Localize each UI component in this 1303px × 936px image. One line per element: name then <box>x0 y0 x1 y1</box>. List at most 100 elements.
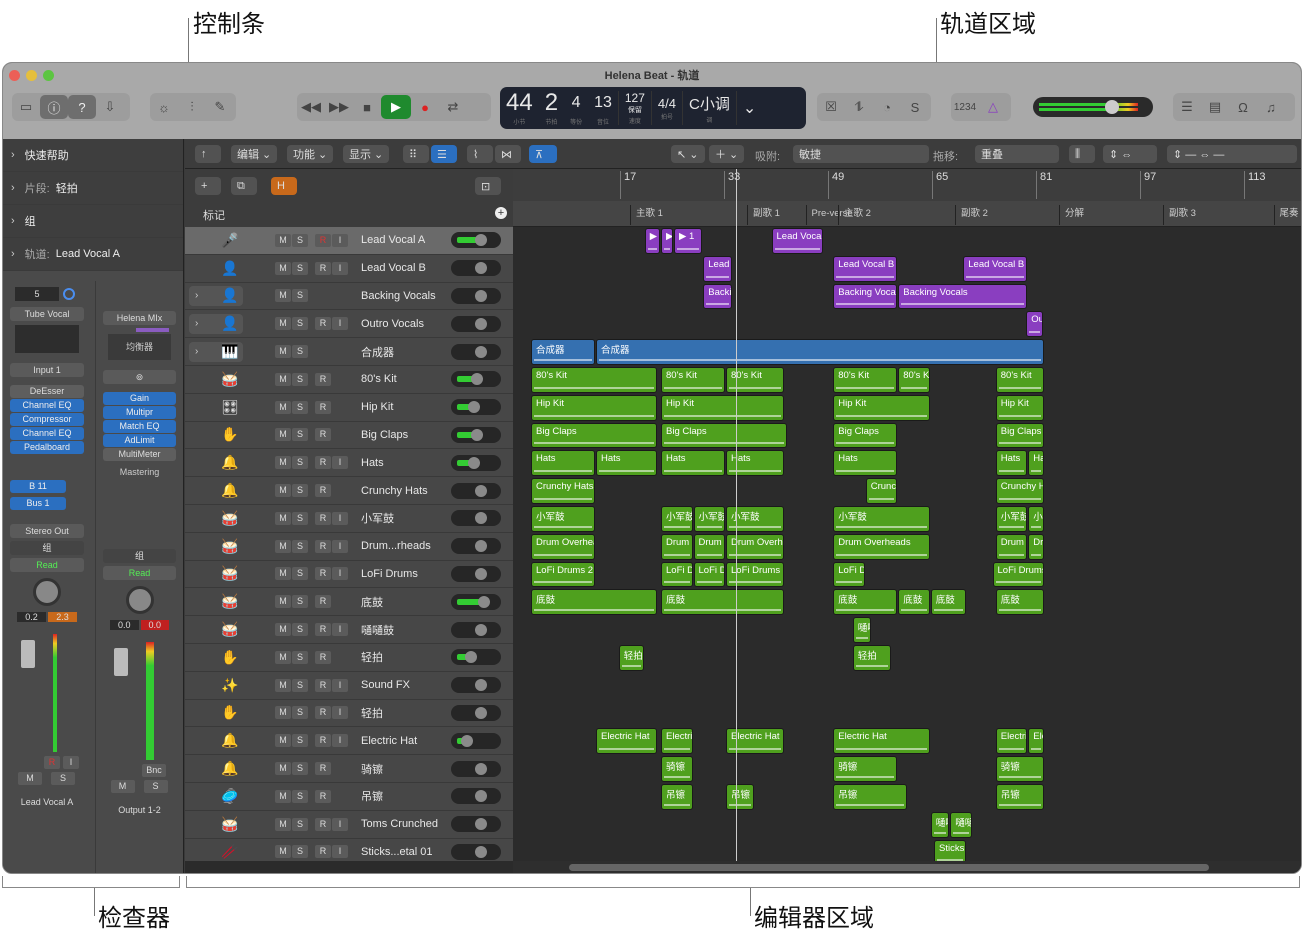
group-button[interactable]: 组 <box>10 541 84 555</box>
track-volume-toggle[interactable] <box>451 788 501 805</box>
input-monitor-button[interactable]: I <box>332 706 348 720</box>
record-enable-button[interactable]: R <box>315 233 331 247</box>
plugin-slot[interactable]: Match EQ <box>103 420 176 433</box>
record-enable-button[interactable]: R <box>315 789 331 803</box>
lcd-display[interactable]: 44 小节 2 节拍 4 等份 13 音位 127 保留 速度 4/4 拍号 C小调调 ⌄ <box>500 87 806 129</box>
region[interactable]: Lead Vocal B <box>963 255 1028 282</box>
marker[interactable]: 主歌 1 <box>630 205 663 225</box>
region[interactable]: 小军鼓 <box>661 506 693 532</box>
input-button[interactable]: Input 1 <box>10 363 84 377</box>
track-volume-toggle[interactable] <box>451 704 501 721</box>
region[interactable]: LoFi Drun <box>661 561 693 588</box>
output-button[interactable]: Stereo Out <box>10 524 84 538</box>
mixer-icon[interactable]: ⫶ <box>178 95 206 119</box>
solo-button[interactable]: S <box>292 372 308 386</box>
region[interactable]: 80's Kit <box>995 367 1044 393</box>
region[interactable]: Hats <box>531 450 595 477</box>
region[interactable]: Hip Kit <box>833 394 930 421</box>
region[interactable]: 80's Kit <box>833 367 898 393</box>
region[interactable]: Backing Vocals <box>898 283 1028 310</box>
input-monitor-button[interactable]: I <box>332 567 348 581</box>
region[interactable]: Lead Voc <box>703 255 732 282</box>
track-header[interactable]: 🥢 M S R I Sticks...etal 01 <box>185 839 513 861</box>
track-volume-toggle[interactable] <box>451 565 501 582</box>
track-volume-toggle[interactable] <box>451 843 501 860</box>
track-header[interactable]: 🥁 M S R I Toms Crunched <box>185 811 513 839</box>
region[interactable]: Crunchy Hats <box>995 478 1044 504</box>
region[interactable]: 小军鼓 <box>693 506 725 532</box>
track-volume-toggle[interactable] <box>451 677 501 694</box>
region[interactable]: ▶ <box>644 228 660 254</box>
track-volume-toggle[interactable] <box>451 538 501 555</box>
editors-icon[interactable]: ✎ <box>206 95 234 119</box>
mute-button[interactable]: M <box>275 372 291 386</box>
marker[interactable]: 副歌 1 <box>747 205 780 225</box>
mute-button[interactable]: M <box>275 678 291 692</box>
track-header[interactable]: ✋ M S R I 轻拍 <box>185 700 513 728</box>
record-enable-button[interactable]: R <box>315 845 331 859</box>
horizontal-scrollbar[interactable] <box>513 861 1301 873</box>
mute-button[interactable]: M <box>275 595 291 609</box>
pan-knob-icon[interactable] <box>63 288 75 300</box>
region[interactable]: Hip Kit <box>531 394 657 421</box>
count-in-button[interactable]: 1234 <box>951 95 979 119</box>
region[interactable]: 嗵嗵鼓 <box>950 811 972 838</box>
track-header[interactable]: 👤 M S R I Lead Vocal B <box>185 255 513 283</box>
region[interactable]: Drum Ove <box>995 533 1028 560</box>
volume-fader[interactable] <box>21 640 35 668</box>
region[interactable]: 底鼓 <box>661 589 784 616</box>
record-enable-button[interactable]: R <box>44 756 60 769</box>
solo-button[interactable]: S <box>292 762 308 776</box>
replace-icon[interactable]: ☒ <box>817 95 845 119</box>
menu-view[interactable]: 显示 ⌄ <box>343 145 390 163</box>
marker[interactable]: 分解 <box>1059 205 1084 225</box>
region[interactable]: 骑镲 <box>995 756 1044 782</box>
list-editors-icon[interactable]: ☰ <box>1173 95 1201 119</box>
region[interactable]: Electric Hat <box>726 728 784 755</box>
region[interactable]: 小军鼓 <box>531 506 595 532</box>
list-view-icon[interactable]: ☰ <box>431 145 457 163</box>
inspector-section[interactable]: › 快速帮助 <box>3 139 183 172</box>
mute-button[interactable]: M <box>275 345 291 359</box>
region[interactable]: Drum Ove <box>693 533 725 560</box>
track-volume-toggle[interactable] <box>451 732 501 749</box>
inspector-section[interactable]: › 片段: 轻拍 <box>3 172 183 205</box>
track-volume-toggle[interactable] <box>451 232 501 249</box>
solo-button[interactable]: S <box>292 734 308 748</box>
plugin-slot[interactable]: Channel EQ <box>10 399 84 412</box>
marker[interactable]: 副歌 2 <box>955 205 988 225</box>
mute-button[interactable]: M <box>110 780 135 793</box>
hide-button[interactable]: H <box>271 177 297 195</box>
add-marker-icon[interactable]: + <box>495 207 507 219</box>
mute-button[interactable]: M <box>18 772 42 785</box>
setting-button[interactable]: Helena MIx <box>103 311 176 325</box>
track-header[interactable]: 🥁 M S R I 嗵嗵鼓 <box>185 616 513 644</box>
inspector-section[interactable]: › 组 <box>3 205 183 238</box>
record-enable-button[interactable]: R <box>315 372 331 386</box>
region[interactable]: 底鼓 <box>898 589 930 616</box>
mute-button[interactable]: M <box>275 484 291 498</box>
up-arrow-icon[interactable]: ↑ <box>195 145 221 163</box>
library-icon[interactable]: ▭ <box>12 95 40 119</box>
region[interactable]: Drum Overheads <box>531 533 595 560</box>
track-volume-toggle[interactable] <box>451 621 501 638</box>
stereo-link-icon[interactable]: ⊚ <box>103 370 176 384</box>
track-header[interactable]: 🥁 M S R I Drum...rheads <box>185 533 513 561</box>
pan-knob[interactable] <box>125 586 154 614</box>
solo-button[interactable]: S <box>292 345 308 359</box>
mute-button[interactable]: M <box>275 456 291 470</box>
region[interactable]: 小军鼓 <box>833 506 930 532</box>
drag-select[interactable]: 重叠 <box>975 145 1059 163</box>
region[interactable]: 小军鼓 <box>995 506 1028 532</box>
input-monitor-button[interactable]: I <box>332 623 348 637</box>
forward-icon[interactable]: ▶▶ <box>325 95 353 119</box>
input-monitor-button[interactable]: I <box>332 511 348 525</box>
region[interactable]: Electric Hat <box>596 728 657 755</box>
region[interactable]: Big Claps <box>833 422 898 449</box>
region[interactable]: 底鼓 <box>531 589 657 616</box>
region[interactable]: 吊镲 <box>726 784 755 810</box>
arrange-area[interactable]: ▶▶▶ 1Lead Vocal A 4Lead VocLead Vocal BL… <box>513 227 1293 861</box>
waveform-zoom-icon[interactable]: ⫼ <box>1069 145 1095 163</box>
setting-button[interactable]: Tube Vocal <box>10 307 84 321</box>
track-header[interactable]: › 🎹 M S 合成器 <box>185 338 513 366</box>
